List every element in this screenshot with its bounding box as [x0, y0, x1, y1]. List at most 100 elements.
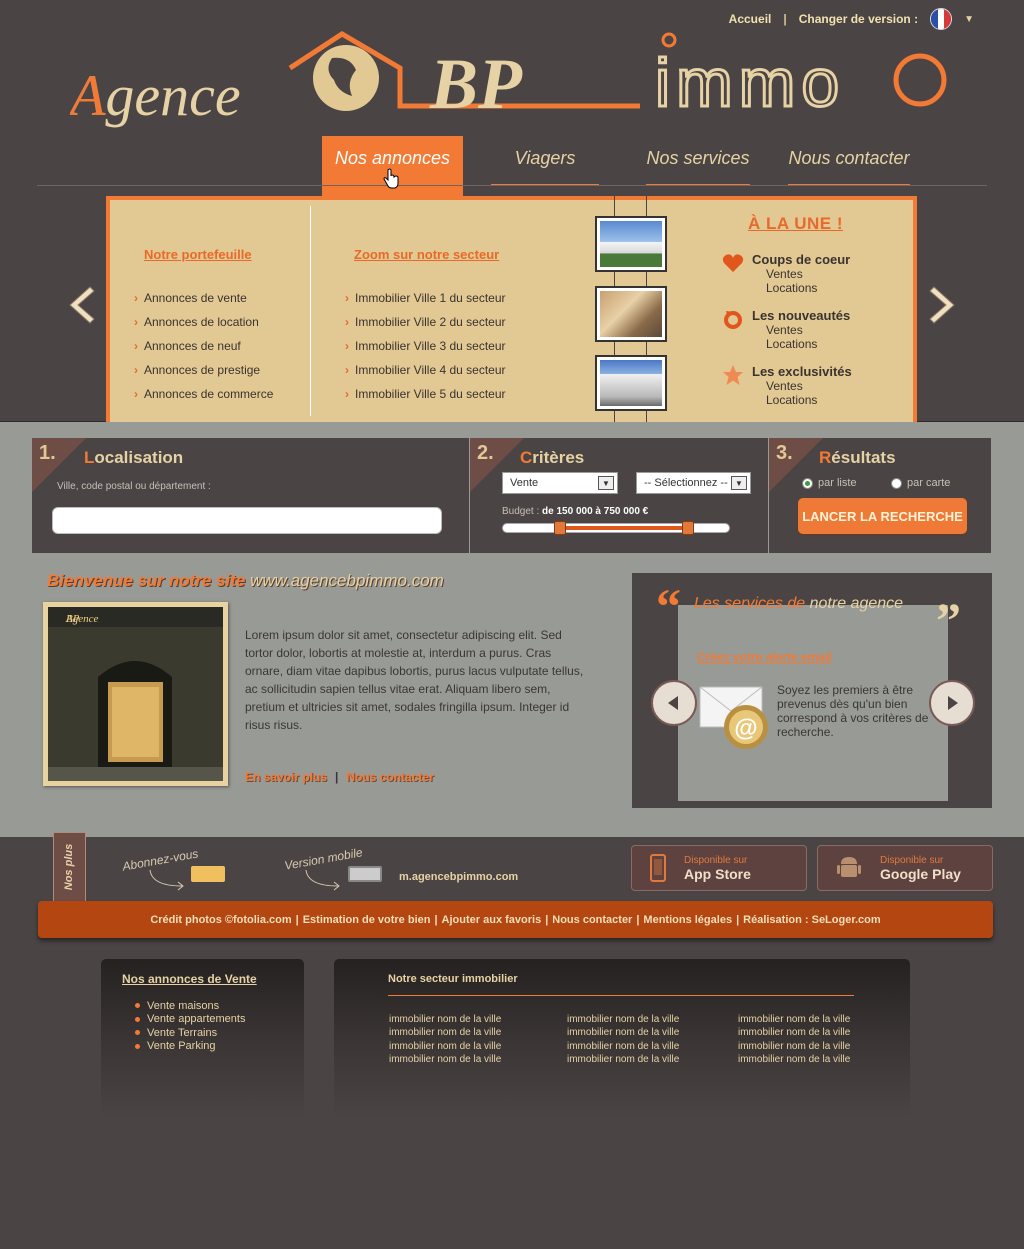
welcome-title: Bienvenue sur notre site www.agencebpimm…: [47, 571, 444, 590]
alert-email-link[interactable]: Créez votre alerte email: [697, 650, 832, 664]
list-item[interactable]: Vente Parking: [147, 1040, 245, 1054]
credits-link[interactable]: Mentions légales: [643, 914, 732, 926]
curved-arrow-icon: [149, 869, 184, 891]
budget-slider[interactable]: [502, 521, 730, 535]
list-item[interactable]: immobilier nom de la ville: [389, 1041, 501, 1054]
services-next-icon[interactable]: [929, 680, 975, 726]
agency-photo: BP Agence: [43, 602, 228, 786]
version-label: Changer de version :: [798, 12, 919, 26]
credits-link[interactable]: Crédit photos ©fotolia.com: [150, 914, 291, 926]
vente-title[interactable]: Nos annonces de Vente: [122, 972, 257, 986]
criteres-title: Critères: [520, 448, 585, 467]
localisation-title: Localisation: [84, 448, 184, 467]
portfolio-title[interactable]: Notre portefeuille: [144, 247, 252, 262]
en-savoir-plus-link[interactable]: En savoir plus: [245, 770, 327, 784]
chevron-down-icon[interactable]: ▼: [964, 14, 974, 25]
list-item[interactable]: immobilier nom de la ville: [389, 1027, 501, 1040]
star-icon: [723, 365, 743, 385]
secteur-box: Notre secteur immobilier immobilier nom …: [334, 959, 910, 1119]
secteur-column: immobilier nom de la ville immobilier no…: [567, 1014, 679, 1067]
flag-fr-icon[interactable]: [930, 8, 953, 30]
logo-word-immo: immo: [655, 45, 845, 121]
nav-item-nos-services[interactable]: Nos services: [646, 136, 750, 196]
credits-link[interactable]: Réalisation : SeLoger.com: [743, 914, 881, 926]
mobile-site-link[interactable]: m.agencebpimmo.com: [399, 871, 518, 883]
list-item[interactable]: › Immobilier Ville 1 du secteur: [345, 286, 506, 310]
transaction-select[interactable]: Vente ▼: [502, 472, 618, 494]
localisation-input[interactable]: [52, 507, 442, 534]
list-item[interactable]: › Immobilier Ville 3 du secteur: [345, 334, 506, 358]
list-item[interactable]: › Immobilier Ville 2 du secteur: [345, 310, 506, 334]
list-item[interactable]: immobilier nom de la ville: [738, 1014, 850, 1027]
svg-text:A: A: [70, 63, 106, 128]
main-nav: Nos annonces Viagers Nos services Nous c…: [322, 136, 910, 196]
secteur-column: immobilier nom de la ville immobilier no…: [738, 1014, 850, 1067]
secteur-column: immobilier nom de la ville immobilier no…: [389, 1014, 501, 1067]
list-item[interactable]: Vente maisons: [147, 999, 245, 1013]
list-item[interactable]: immobilier nom de la ville: [738, 1041, 850, 1054]
home-link[interactable]: Accueil: [729, 12, 772, 26]
credits-bar: Crédit photos ©fotolia.com | Estimation d…: [38, 901, 993, 938]
mobile-phone-icon[interactable]: [348, 866, 382, 882]
list-item[interactable]: › Annonces de commerce: [134, 382, 273, 406]
a-la-une-title: À LA UNE !: [748, 214, 844, 233]
carousel-prev-icon[interactable]: [64, 285, 96, 325]
list-item[interactable]: › Immobilier Ville 4 du secteur: [345, 358, 506, 382]
list-item[interactable]: immobilier nom de la ville: [567, 1041, 679, 1054]
radio-par-carte[interactable]: par carte: [891, 477, 950, 489]
list-item[interactable]: immobilier nom de la ville: [389, 1014, 501, 1027]
heart-icon: [722, 254, 744, 272]
chevron-down-icon: ▼: [731, 476, 747, 490]
mega-menu: Notre portefeuille › Annonces de vente › A…: [106, 196, 917, 430]
zoom-title[interactable]: Zoom sur notre secteur: [354, 247, 499, 262]
rss-icon[interactable]: [191, 866, 225, 882]
smartphone-icon: [650, 854, 666, 882]
carousel-next-icon[interactable]: [928, 285, 960, 325]
slider-handle-max[interactable]: [682, 521, 695, 535]
list-item[interactable]: immobilier nom de la ville: [567, 1014, 679, 1027]
list-item[interactable]: immobilier nom de la ville: [738, 1027, 850, 1040]
google-play-button[interactable]: Disponible sur Google Play: [817, 845, 993, 891]
thumbnail-house[interactable]: [595, 216, 667, 272]
list-item[interactable]: immobilier nom de la ville: [389, 1054, 501, 1067]
services-description: Soyez les premiers à être prevenus dès q…: [777, 683, 929, 739]
une-exclusivites[interactable]: Les exclusivités Ventes Locations: [722, 364, 852, 407]
budget-label: Budget : de 150 000 à 750 000 €: [502, 506, 649, 517]
search-step-localisation: 1. Localisation Ville, code postal ou dé…: [32, 438, 469, 553]
thumbnail-interior[interactable]: [595, 286, 667, 342]
nav-item-viagers[interactable]: Viagers: [491, 136, 599, 196]
curved-arrow-icon: [305, 869, 340, 891]
list-item[interactable]: immobilier nom de la ville: [567, 1027, 679, 1040]
chevron-down-icon: ▼: [598, 476, 614, 490]
une-coups-de-coeur[interactable]: Coups de coeur Ventes Locations: [722, 252, 850, 295]
list-item[interactable]: immobilier nom de la ville: [567, 1054, 679, 1067]
logo-word-bp: BP: [429, 44, 523, 124]
email-icon: @: [699, 686, 768, 749]
agency-logo[interactable]: Agence A BP immo: [70, 30, 960, 140]
credits-link[interactable]: Ajouter aux favoris: [442, 914, 542, 926]
nav-divider: [37, 185, 987, 186]
list-item[interactable]: › Annonces de location: [134, 310, 273, 334]
list-item[interactable]: › Immobilier Ville 5 du secteur: [345, 382, 506, 406]
nav-item-nous-contacter[interactable]: Nous contacter: [788, 136, 910, 196]
radio-par-liste[interactable]: par liste: [802, 477, 857, 489]
nous-contacter-link[interactable]: Nous contacter: [346, 770, 433, 784]
list-item[interactable]: › Annonces de vente: [134, 286, 273, 310]
search-step-criteres: 2. Critères Budget : de 150 000 à 750 00…: [470, 438, 768, 553]
list-item[interactable]: › Annonces de prestige: [134, 358, 273, 382]
slider-handle-min[interactable]: [553, 521, 566, 535]
list-item[interactable]: Vente appartements: [147, 1013, 245, 1027]
nos-plus-tab: Nos plus: [53, 832, 86, 902]
credits-link[interactable]: Estimation de votre bien: [303, 914, 431, 926]
type-select[interactable]: -- Sélectionnez -- ▼: [636, 472, 751, 494]
list-item[interactable]: immobilier nom de la ville: [738, 1054, 850, 1067]
app-store-button[interactable]: Disponible sur App Store: [631, 845, 807, 891]
list-item[interactable]: Vente Terrains: [147, 1026, 245, 1040]
credits-link[interactable]: Nous contacter: [552, 914, 632, 926]
thumbnail-building[interactable]: [595, 355, 667, 411]
vente-list: Vente maisons Vente appartements Vente T…: [147, 999, 245, 1053]
une-nouveautes[interactable]: Les nouveautés Ventes Locations: [722, 308, 850, 351]
services-prev-icon[interactable]: [651, 680, 697, 726]
search-button[interactable]: LANCER LA RECHERCHE: [798, 498, 967, 534]
list-item[interactable]: › Annonces de neuf: [134, 334, 273, 358]
